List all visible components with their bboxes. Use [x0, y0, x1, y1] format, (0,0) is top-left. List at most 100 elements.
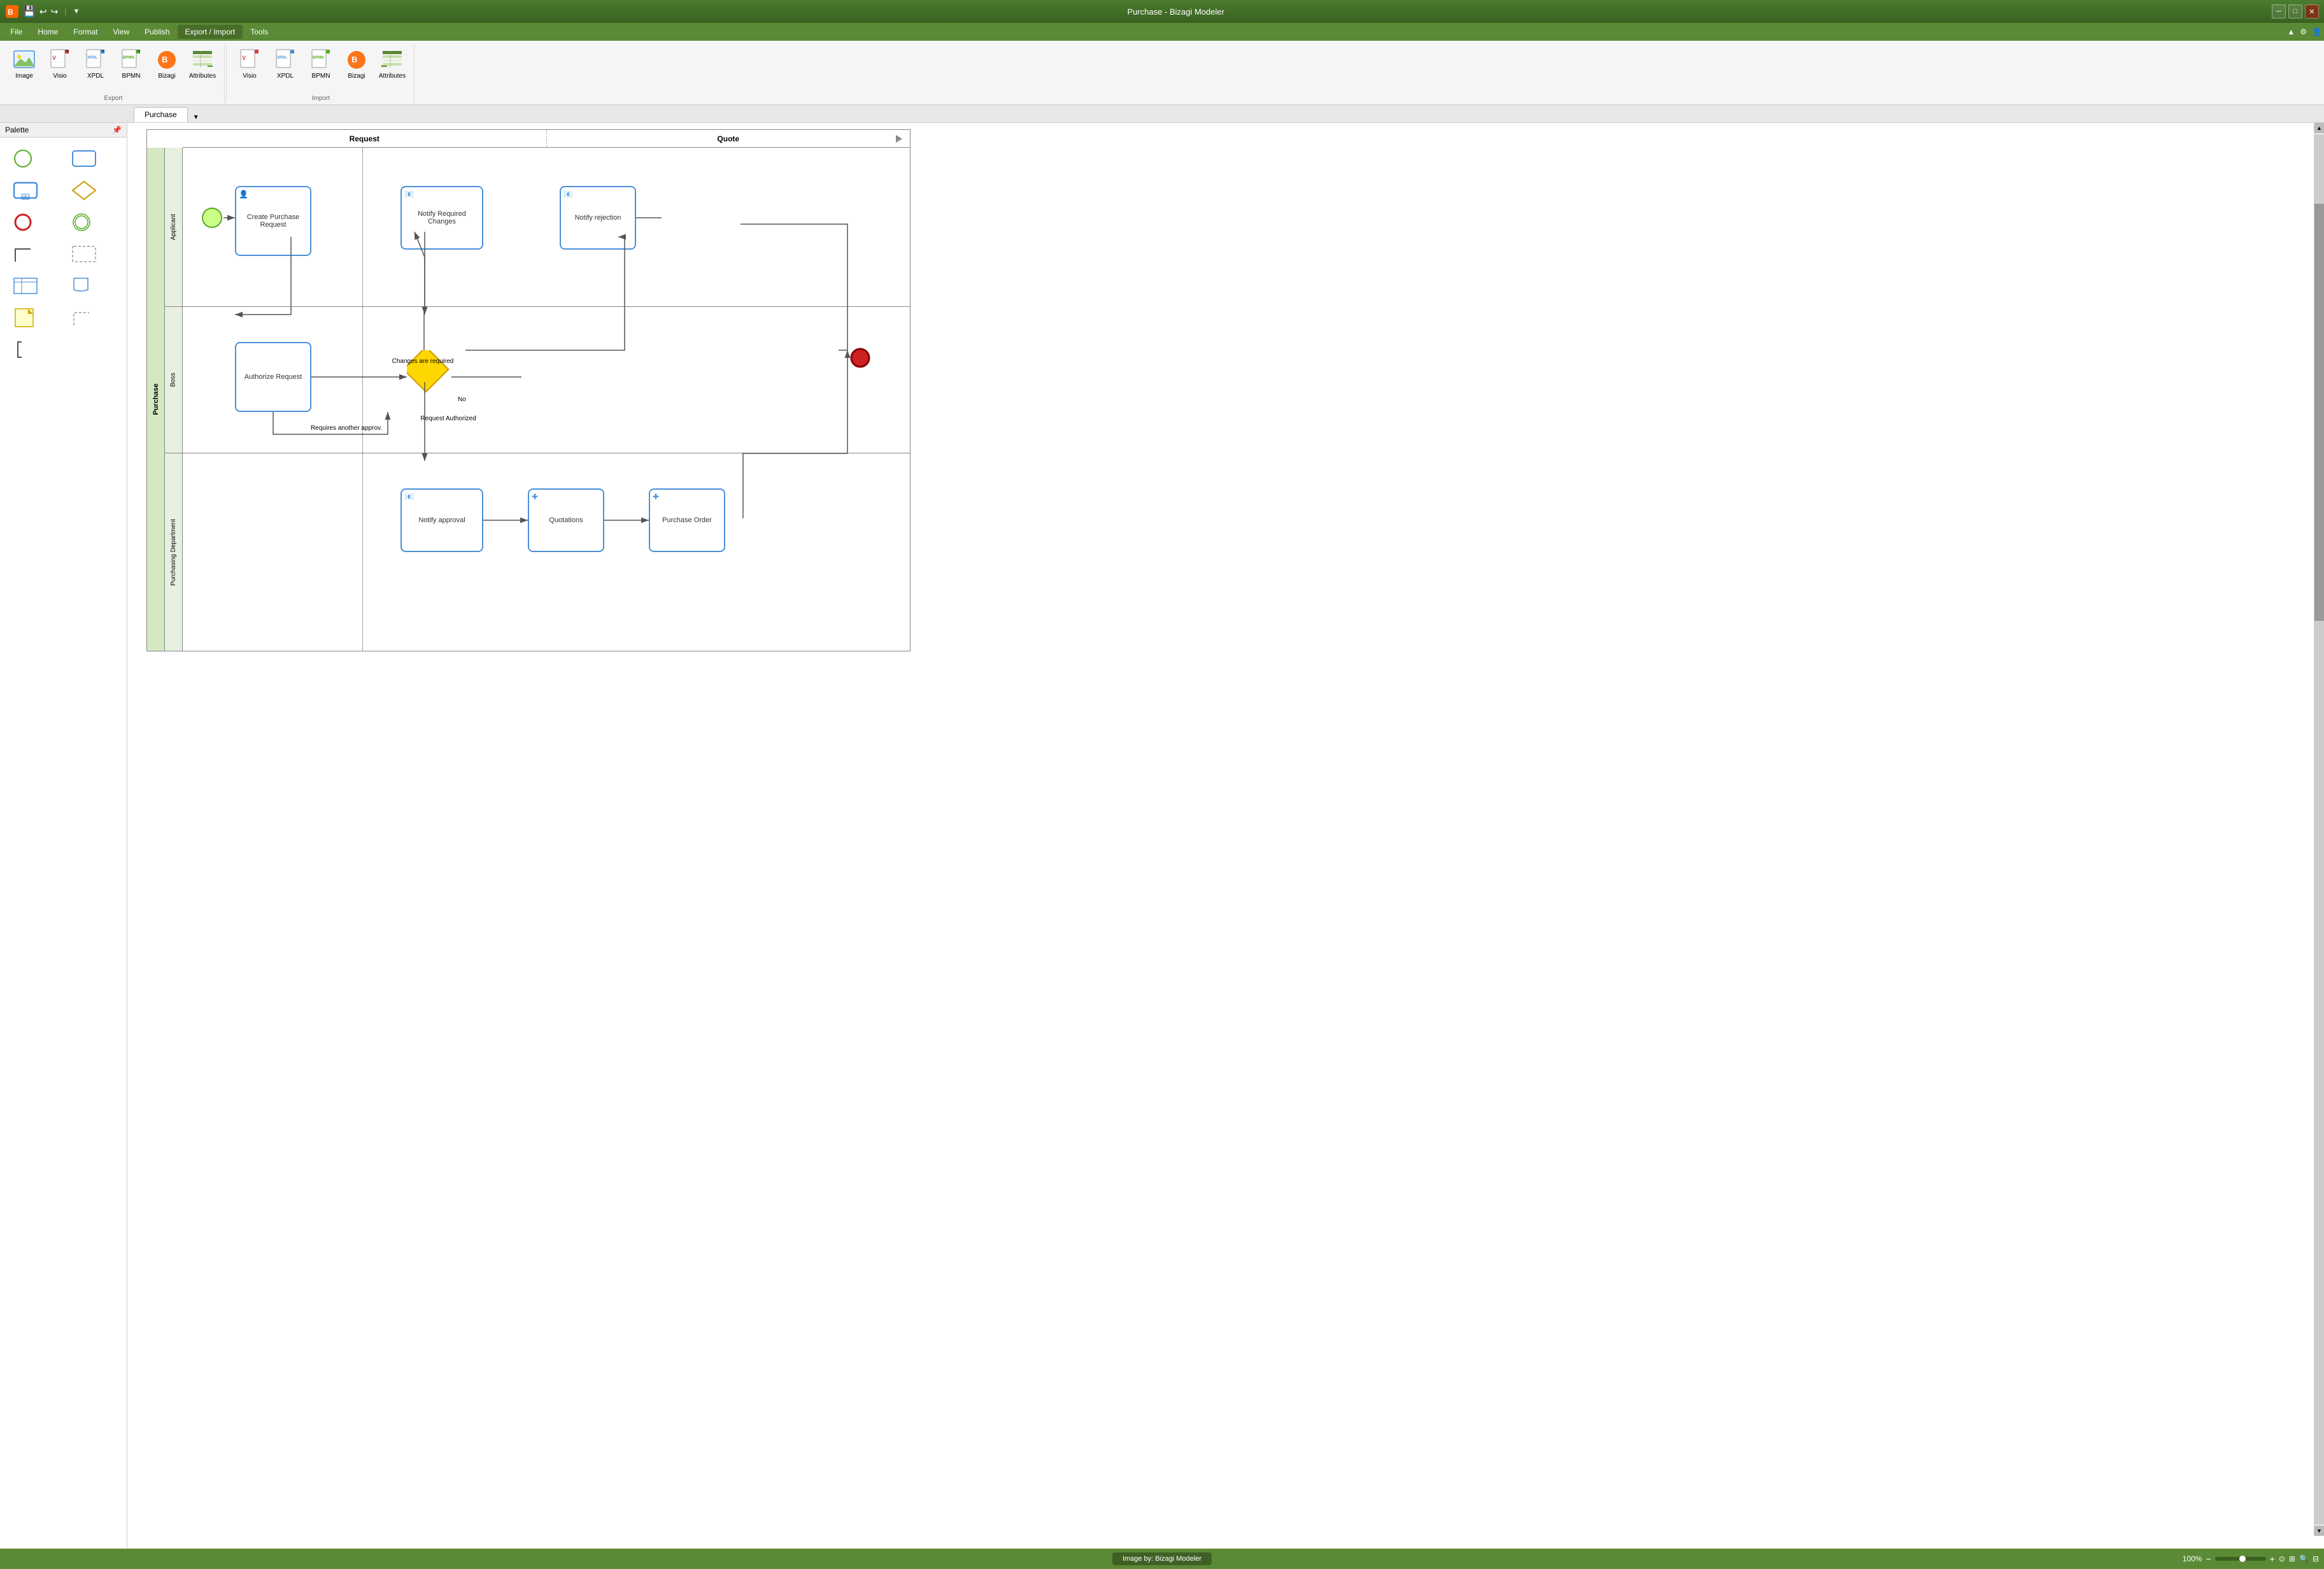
export-attributes-btn[interactable]: Attributes	[186, 46, 219, 82]
svg-text:XPDL: XPDL	[277, 56, 287, 60]
import-bizagi-btn[interactable]: B Bizagi	[340, 46, 373, 82]
thumbnail-icon[interactable]: ⊟	[2313, 1554, 2319, 1563]
zoom-slider-track[interactable]	[2215, 1557, 2266, 1561]
export-attributes-label: Attributes	[189, 73, 216, 80]
settings-icon[interactable]: ⚙	[2300, 27, 2307, 36]
fit-page-icon[interactable]: ⊙	[2279, 1554, 2285, 1563]
task-icon-doc: ✚	[532, 492, 538, 501]
swimlane-boss-label: Boss	[165, 307, 183, 453]
notify-required-changes-task[interactable]: 📧 Notify Required Changes	[400, 186, 483, 250]
redo-btn[interactable]: ↪	[51, 6, 59, 17]
canvas-area[interactable]: Request Quote Purchase	[127, 123, 2324, 1549]
palette-corner-connector[interactable]	[8, 241, 43, 267]
more-btn[interactable]: ▼	[73, 8, 80, 15]
tab-close[interactable]: ▼	[189, 113, 203, 122]
notify-rejection-task[interactable]: 📧 Notify rejection	[560, 186, 636, 250]
export-visio-label: Visio	[53, 73, 67, 80]
account-icon[interactable]: 👤	[2312, 27, 2321, 36]
purchase-order-task[interactable]: ✚ Purchase Order	[649, 488, 725, 552]
menu-file[interactable]: File	[3, 25, 30, 39]
zoom-out-btn[interactable]: −	[2206, 1554, 2211, 1564]
import-buttons: V Visio XPDL XPDL	[233, 46, 409, 92]
palette-items	[0, 138, 127, 371]
swimlane-purchasing-label: Purchasing Department	[165, 453, 183, 651]
export-bizagi-btn[interactable]: B Bizagi	[150, 46, 183, 82]
ribbon-collapse-area: ▲ ⚙ 👤	[2287, 27, 2321, 36]
vertical-scrollbar[interactable]: ▲ ▼	[2314, 123, 2324, 1536]
import-bpmn-btn[interactable]: BPMN BPMN	[304, 46, 337, 82]
zoom-slider-thumb[interactable]	[2239, 1556, 2246, 1562]
end-event-shape[interactable]	[849, 346, 872, 371]
palette-document[interactable]	[66, 273, 102, 299]
palette-subprocess[interactable]	[8, 177, 43, 204]
palette-dashed-rect[interactable]	[66, 241, 102, 267]
menu-tools[interactable]: Tools	[243, 25, 276, 39]
grid-view-icon[interactable]: ⊞	[2289, 1554, 2295, 1563]
purchasing-swimlane-divider	[362, 453, 363, 651]
purchasing-lane-arrows	[165, 453, 910, 651]
swimlane-boss: Boss Authorize Request	[165, 307, 910, 453]
gateway-label-req: Requires another approv.	[305, 425, 388, 432]
menu-home[interactable]: Home	[30, 25, 66, 39]
palette-annotation[interactable]	[8, 336, 43, 363]
app-title: Purchase - Bizagi Modeler	[80, 7, 2272, 17]
zoom-controls: 100% − + ⊙ ⊞ 🔍 ⊟	[2183, 1554, 2319, 1564]
menu-publish[interactable]: Publish	[137, 25, 177, 39]
ribbon-separator-1	[226, 46, 227, 102]
svg-text:B: B	[351, 55, 357, 64]
notify-approval-task[interactable]: 📧 Notify approval	[400, 488, 483, 552]
palette-sticky-note[interactable]	[8, 304, 43, 331]
close-btn[interactable]: ✕	[2305, 4, 2319, 18]
tabbar: Purchase ▼	[0, 105, 2324, 123]
palette-gateway[interactable]	[66, 177, 102, 204]
quotations-task[interactable]: ✚ Quotations	[528, 488, 604, 552]
export-bpmn-label: BPMN	[122, 73, 141, 80]
tab-purchase[interactable]: Purchase	[134, 107, 188, 122]
quick-save[interactable]: 💾	[23, 5, 36, 18]
import-xpdl-icon: XPDL	[274, 48, 297, 71]
start-event-shape[interactable]	[201, 206, 223, 229]
import-attributes-icon	[381, 48, 404, 71]
menu-format[interactable]: Format	[66, 25, 105, 39]
maximize-btn[interactable]: □	[2288, 4, 2302, 18]
zoom-in-btn[interactable]: +	[2270, 1554, 2275, 1564]
ribbon-collapse-btn[interactable]: ▲	[2287, 27, 2295, 36]
palette-table[interactable]	[8, 273, 43, 299]
import-visio-btn[interactable]: V Visio	[233, 46, 266, 82]
statusbar: Image by: Bizagi Modeler 100% − + ⊙ ⊞ 🔍 …	[0, 1549, 2324, 1569]
gateway-label-no: No	[458, 396, 466, 403]
palette-pin-icon[interactable]: 📌	[112, 125, 122, 134]
scroll-up-btn[interactable]: ▲	[2314, 123, 2324, 133]
create-purchase-request-task[interactable]: 👤 Create Purchase Request	[235, 186, 311, 256]
authorize-request-task[interactable]: Authorize Request	[235, 342, 311, 412]
search-icon[interactable]: 🔍	[2299, 1554, 2309, 1563]
gateway-shape[interactable]	[407, 350, 451, 397]
export-group-label: Export	[104, 95, 123, 102]
menu-export-import[interactable]: Export / Import	[178, 25, 243, 39]
scroll-down-btn[interactable]: ▼	[2314, 1526, 2324, 1536]
swimlane-divider	[362, 148, 363, 306]
palette-intermediate-event[interactable]	[66, 209, 102, 236]
scroll-thumb[interactable]	[2314, 204, 2324, 621]
svg-text:V: V	[242, 55, 246, 61]
import-xpdl-btn[interactable]: XPDL XPDL	[269, 46, 302, 82]
import-attributes-btn[interactable]: Attributes	[376, 46, 409, 82]
export-bpmn-btn[interactable]: BPMN BPMN	[115, 46, 148, 82]
menu-view[interactable]: View	[105, 25, 137, 39]
palette-dashed-corner[interactable]	[66, 304, 102, 331]
title-left: B 💾 ↩ ↪ | ▼	[5, 4, 80, 18]
undo-btn[interactable]: ↩	[39, 6, 47, 17]
palette-end-event[interactable]	[8, 209, 43, 236]
scroll-track[interactable]	[2314, 134, 2324, 1524]
export-xpdl-label: XPDL	[87, 73, 104, 80]
minimize-btn[interactable]: ─	[2272, 4, 2286, 18]
palette-start-event[interactable]	[8, 145, 43, 172]
import-bizagi-icon: B	[345, 48, 368, 71]
export-image-btn[interactable]: Image	[8, 46, 41, 82]
export-visio-btn[interactable]: V Visio	[43, 46, 76, 82]
import-visio-label: Visio	[243, 73, 257, 80]
ribbon-content: Image V Visio	[0, 41, 2324, 104]
export-xpdl-btn[interactable]: XPDL XPDL	[79, 46, 112, 82]
canvas: Request Quote Purchase	[127, 123, 2324, 1549]
palette-task[interactable]	[66, 145, 102, 172]
